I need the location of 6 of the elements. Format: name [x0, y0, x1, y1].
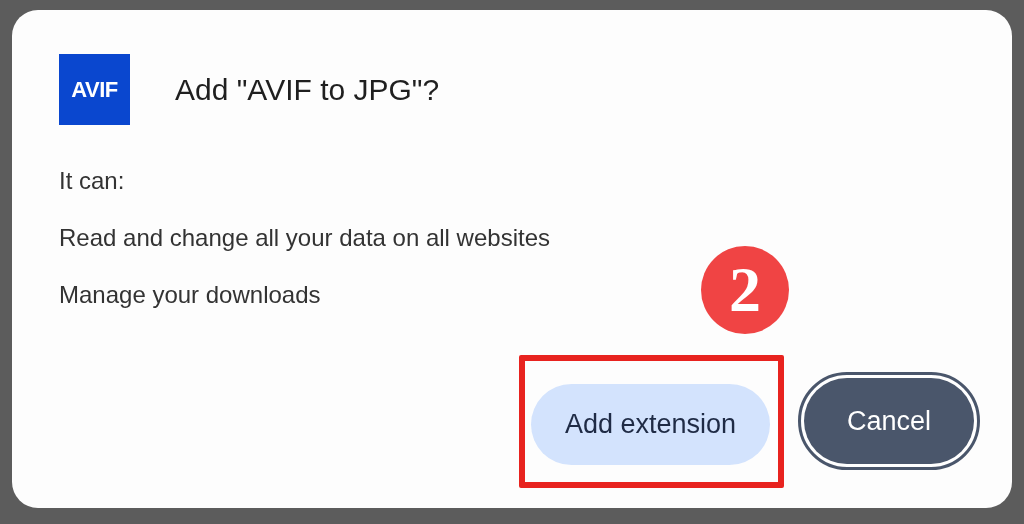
extension-icon: AVIF — [59, 54, 130, 125]
permission-text: Manage your downloads — [59, 283, 321, 307]
permissions-heading: It can: — [59, 169, 125, 193]
dialog-title: Add "AVIF to JPG"? — [175, 74, 440, 105]
permission-text: Read and change all your data on all websites — [59, 226, 550, 250]
add-extension-button[interactable]: Add extension — [530, 383, 770, 465]
